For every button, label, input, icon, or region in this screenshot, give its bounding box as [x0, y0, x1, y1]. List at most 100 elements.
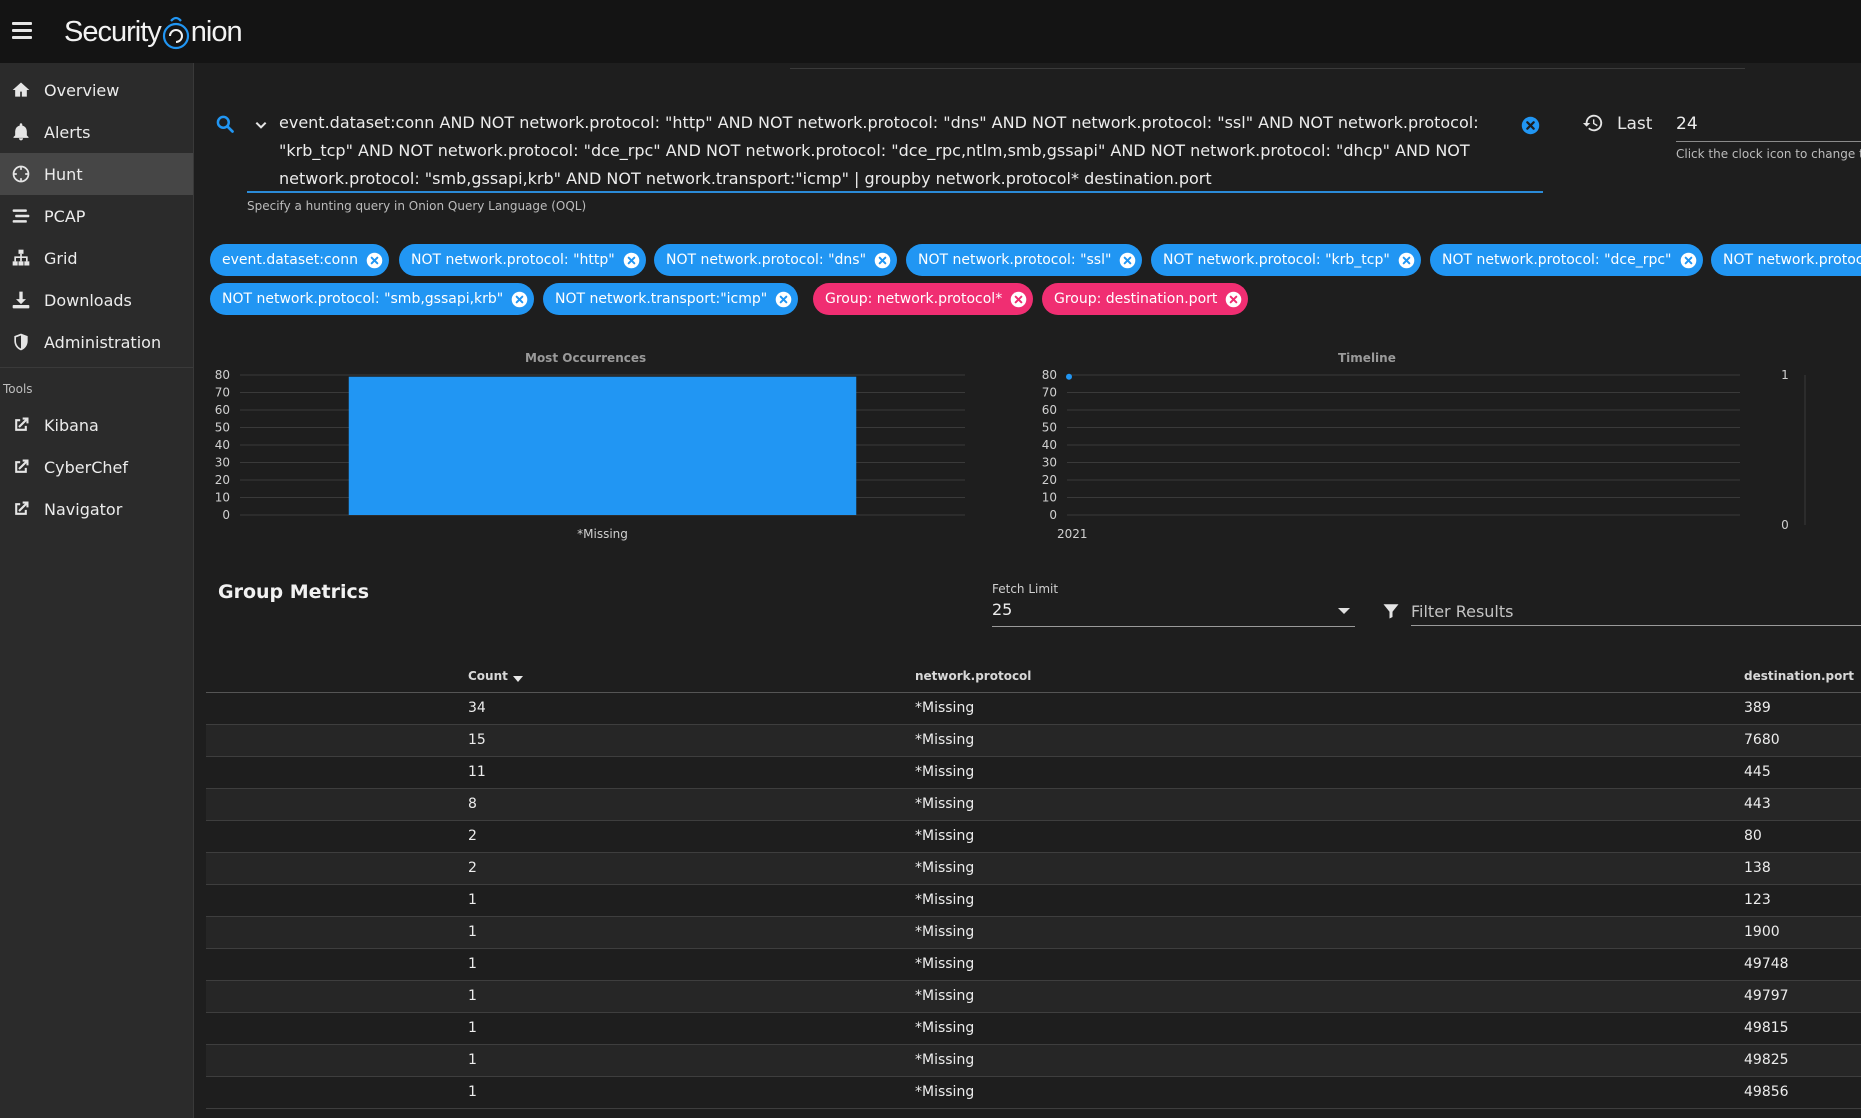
column-header-destination-port[interactable]: destination.port	[1744, 669, 1854, 683]
group-metrics-title: Group Metrics	[218, 581, 370, 603]
count-cell: 1	[468, 988, 477, 1004]
sidebar: Overview Alerts Hunt PCAP Grid Downloads…	[0, 63, 194, 1118]
sitemap-icon	[10, 247, 32, 269]
sidebar-item-overview[interactable]: Overview	[0, 69, 193, 111]
network-protocol-cell: *Missing	[915, 700, 975, 716]
chip-label: NOT network.protocol: "smb,gssapi,krb"	[222, 291, 504, 307]
history-icon[interactable]	[1582, 112, 1604, 134]
chip-remove-icon[interactable]	[623, 252, 640, 269]
table-row[interactable]: 2 *Missing 138	[206, 853, 1861, 885]
filter-chip[interactable]: NOT network.protocol: "krb_tcp"	[1151, 244, 1421, 276]
filter-chip[interactable]: NOT network.protoc	[1711, 244, 1861, 276]
fetch-limit-select[interactable]: 25	[992, 600, 1012, 619]
sidebar-item-downloads[interactable]: Downloads	[0, 279, 193, 321]
query-input[interactable]: event.dataset:conn AND NOT network.proto…	[279, 109, 1509, 193]
network-protocol-cell: *Missing	[915, 924, 975, 940]
destination-port-cell: 445	[1744, 764, 1771, 780]
sidebar-item-hunt[interactable]: Hunt	[0, 153, 193, 195]
sidebar-item-kibana[interactable]: Kibana	[0, 404, 193, 446]
count-cell: 2	[468, 860, 477, 876]
count-cell: 15	[468, 732, 486, 748]
sidebar-item-pcap[interactable]: PCAP	[0, 195, 193, 237]
external-link-icon	[10, 414, 32, 436]
destination-port-cell: 138	[1744, 860, 1771, 876]
column-header-label: Count	[468, 669, 508, 683]
table-row[interactable]: 11 *Missing 445	[206, 757, 1861, 789]
sidebar-item-cyberchef[interactable]: CyberChef	[0, 446, 193, 488]
group-chip[interactable]: Group: network.protocol*	[813, 283, 1034, 315]
filter-chip[interactable]: NOT network.protocol: "http"	[399, 244, 646, 276]
chip-remove-icon[interactable]	[1398, 252, 1415, 269]
menu-icon[interactable]	[12, 22, 32, 39]
filter-chip[interactable]: NOT network.protocol: "smb,gssapi,krb"	[210, 283, 535, 315]
fetch-limit-label: Fetch Limit	[992, 582, 1059, 596]
y-tick-label: 50	[1042, 421, 1057, 435]
table-row[interactable]: 15 *Missing 7680	[206, 725, 1861, 757]
chip-remove-icon[interactable]	[511, 291, 528, 308]
table-row[interactable]: 2 *Missing 80	[206, 821, 1861, 853]
table-row[interactable]: 1 *Missing 123	[206, 885, 1861, 917]
chip-label: NOT network.protocol: "http"	[411, 252, 615, 268]
destination-port-cell: 49825	[1744, 1052, 1789, 1068]
chip-remove-icon[interactable]	[366, 252, 383, 269]
column-header-network-protocol[interactable]: network.protocol	[915, 669, 1031, 683]
last-label: Last	[1617, 114, 1653, 134]
destination-port-cell: 80	[1744, 828, 1762, 844]
chip-label: NOT network.protoc	[1723, 252, 1861, 268]
sidebar-item-administration[interactable]: Administration	[0, 321, 193, 363]
last-hours-input[interactable]: 24	[1676, 114, 1698, 134]
chip-remove-icon[interactable]	[1225, 291, 1242, 308]
main-nav: Overview Alerts Hunt PCAP Grid Downloads…	[0, 63, 193, 363]
app-logo[interactable]: Security nion	[64, 8, 243, 56]
sidebar-item-label: CyberChef	[44, 457, 129, 477]
dropdown-caret-icon[interactable]	[1338, 608, 1350, 614]
sidebar-item-label: Alerts	[44, 122, 91, 142]
table-row[interactable]: 1 *Missing 49815	[206, 1013, 1861, 1045]
table-row[interactable]: 1 *Missing 49825	[206, 1045, 1861, 1077]
count-cell: 1	[468, 892, 477, 908]
table-row[interactable]: 1 *Missing 49797	[206, 981, 1861, 1013]
table-row[interactable]: 1 *Missing 49856	[206, 1077, 1861, 1109]
filter-chip[interactable]: NOT network.transport:"icmp"	[543, 283, 799, 315]
table-row[interactable]: 1 *Missing 49748	[206, 949, 1861, 981]
clear-query-icon[interactable]	[1521, 116, 1540, 135]
filter-chip[interactable]: NOT network.protocol: "dns"	[654, 244, 898, 276]
y-tick-label: 80	[215, 368, 230, 382]
table-row[interactable]: 1 *Missing 1900	[206, 917, 1861, 949]
sidebar-item-alerts[interactable]: Alerts	[0, 111, 193, 153]
y-tick-label: 50	[215, 421, 230, 435]
chevron-down-icon[interactable]	[254, 118, 268, 132]
search-icon[interactable]	[215, 114, 235, 134]
chip-remove-icon[interactable]	[1119, 252, 1136, 269]
tools-heading: Tools	[3, 382, 33, 396]
destination-port-cell: 443	[1744, 796, 1771, 812]
sort-desc-icon	[512, 676, 523, 682]
timeline-chart[interactable]: 0 10 20 30 40 50 60 70 80 2021	[985, 365, 1745, 555]
top-app-bar: Security nion	[0, 0, 1861, 63]
chip-remove-icon[interactable]	[1680, 252, 1697, 269]
chip-label: event.dataset:conn	[222, 252, 358, 268]
sidebar-item-navigator[interactable]: Navigator	[0, 488, 193, 530]
table-row[interactable]: 8 *Missing 443	[206, 789, 1861, 821]
chip-remove-icon[interactable]	[775, 291, 792, 308]
network-protocol-cell: *Missing	[915, 796, 975, 812]
filter-chip[interactable]: NOT network.protocol: "ssl"	[906, 244, 1143, 276]
most-occurrences-chart[interactable]: 0 10 20 30 40 50 60 70 80 *Missing	[200, 365, 970, 555]
group-chip[interactable]: Group: destination.port	[1042, 283, 1249, 315]
filter-chip[interactable]: NOT network.protocol: "dce_rpc"	[1430, 244, 1703, 276]
chart-title-timeline: Timeline	[1338, 351, 1396, 365]
y-tick-label: 20	[1042, 473, 1057, 487]
count-cell: 2	[468, 828, 477, 844]
filter-chip[interactable]: event.dataset:conn	[210, 244, 389, 276]
sidebar-item-grid[interactable]: Grid	[0, 237, 193, 279]
chip-remove-icon[interactable]	[1010, 291, 1027, 308]
table-row[interactable]: 34 *Missing 389	[206, 693, 1861, 725]
last-input-underline	[1676, 141, 1861, 142]
chip-label: NOT network.protocol: "dns"	[666, 252, 867, 268]
side-count-chart[interactable]: 01	[1745, 365, 1861, 555]
chip-remove-icon[interactable]	[874, 252, 891, 269]
column-header-count[interactable]: Count	[468, 669, 523, 683]
chart-title-most-occurrences: Most Occurrences	[525, 351, 647, 365]
logo-text-nion: nion	[190, 15, 243, 48]
filter-results-input[interactable]	[1411, 598, 1861, 626]
